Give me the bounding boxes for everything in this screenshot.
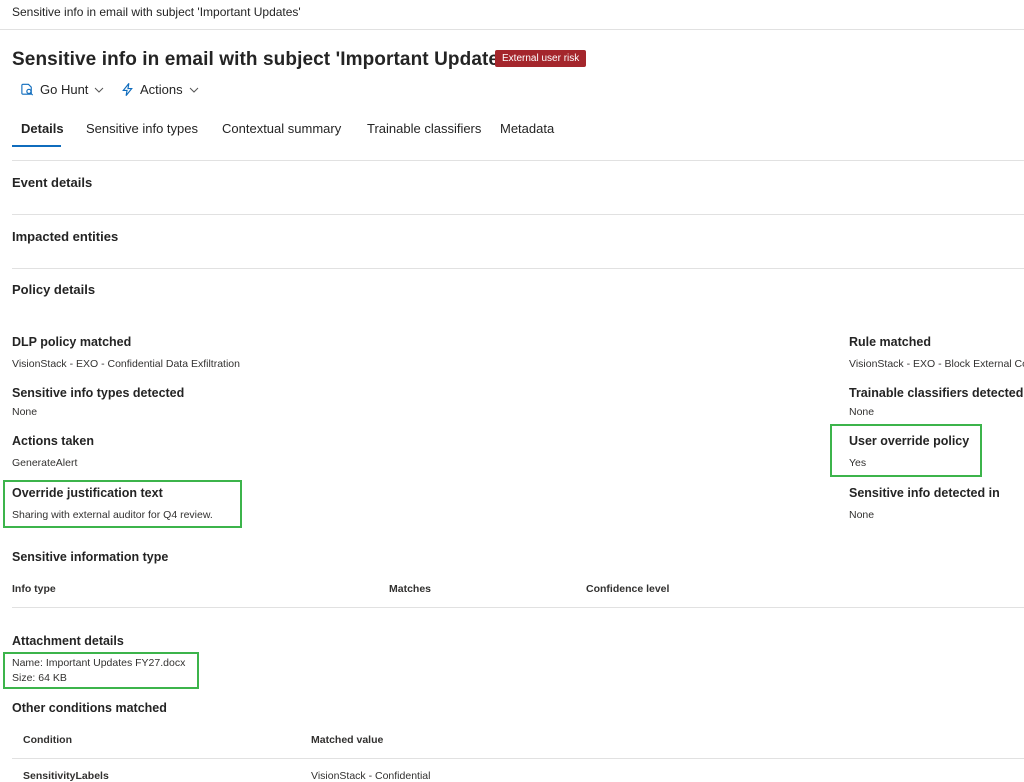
column-header-matched-value[interactable]: Matched value (311, 734, 383, 746)
sit-detected-label: Sensitive info types detected (12, 386, 185, 400)
condition-cell: SensitivityLabels (23, 770, 109, 782)
highlight-box (830, 424, 982, 477)
event-details-header[interactable]: Event details (12, 175, 92, 190)
sit-table-title: Sensitive information type (12, 550, 169, 564)
tab-trainable-classifiers[interactable]: Trainable classifiers (367, 121, 481, 136)
section-divider (12, 268, 1024, 269)
impacted-entities-header[interactable]: Impacted entities (12, 229, 118, 244)
highlight-box (3, 480, 242, 528)
tab-details[interactable]: Details (21, 121, 64, 136)
breadcrumb: Sensitive info in email with subject 'Im… (12, 5, 301, 19)
highlight-box (3, 652, 199, 689)
dlp-policy-value: VisionStack - EXO - Confidential Data Ex… (12, 358, 240, 370)
table-divider (12, 758, 1024, 759)
detected-in-label: Sensitive info detected in (849, 486, 1000, 500)
tab-sensitive-info-types[interactable]: Sensitive info types (86, 121, 198, 136)
sit-detected-value: None (12, 406, 38, 418)
actions-button[interactable]: Actions (120, 82, 200, 97)
status-badge: External user risk (495, 50, 587, 67)
tab-metadata[interactable]: Metadata (500, 121, 554, 136)
dlp-policy-label: DLP policy matched (12, 335, 132, 349)
active-tab-indicator (12, 145, 61, 147)
column-header-matches[interactable]: Matches (389, 583, 431, 595)
column-header-confidence[interactable]: Confidence level (586, 583, 669, 595)
section-divider (12, 214, 1024, 215)
chevron-down-icon (93, 84, 105, 96)
hunt-icon (20, 82, 35, 97)
go-hunt-button[interactable]: Go Hunt (20, 82, 105, 97)
rule-matched-label: Rule matched (849, 335, 931, 349)
actions-label: Actions (140, 82, 183, 97)
actions-taken-label: Actions taken (12, 434, 94, 448)
matched-value-cell: VisionStack - Confidential (311, 770, 431, 782)
trainable-classifiers-label: Trainable classifiers detected (849, 386, 1024, 400)
page-title: Sensitive info in email with subject 'Im… (12, 49, 515, 70)
lightning-icon (120, 82, 135, 97)
trainable-classifiers-value: None (849, 406, 875, 418)
detected-in-value: None (849, 509, 875, 521)
policy-details-header[interactable]: Policy details (12, 282, 95, 297)
rule-matched-value: VisionStack - EXO - Block External Co (849, 358, 1024, 370)
header-divider (0, 29, 1024, 30)
chevron-down-icon (188, 84, 200, 96)
column-header-info-type[interactable]: Info type (12, 583, 56, 595)
actions-taken-value: GenerateAlert (12, 457, 78, 469)
other-conditions-title: Other conditions matched (12, 701, 167, 715)
tab-contextual-summary[interactable]: Contextual summary (222, 121, 341, 136)
column-header-condition[interactable]: Condition (23, 734, 72, 746)
go-hunt-label: Go Hunt (40, 82, 89, 97)
table-divider (12, 607, 1024, 608)
section-divider (12, 160, 1024, 161)
attachment-title: Attachment details (12, 634, 124, 648)
